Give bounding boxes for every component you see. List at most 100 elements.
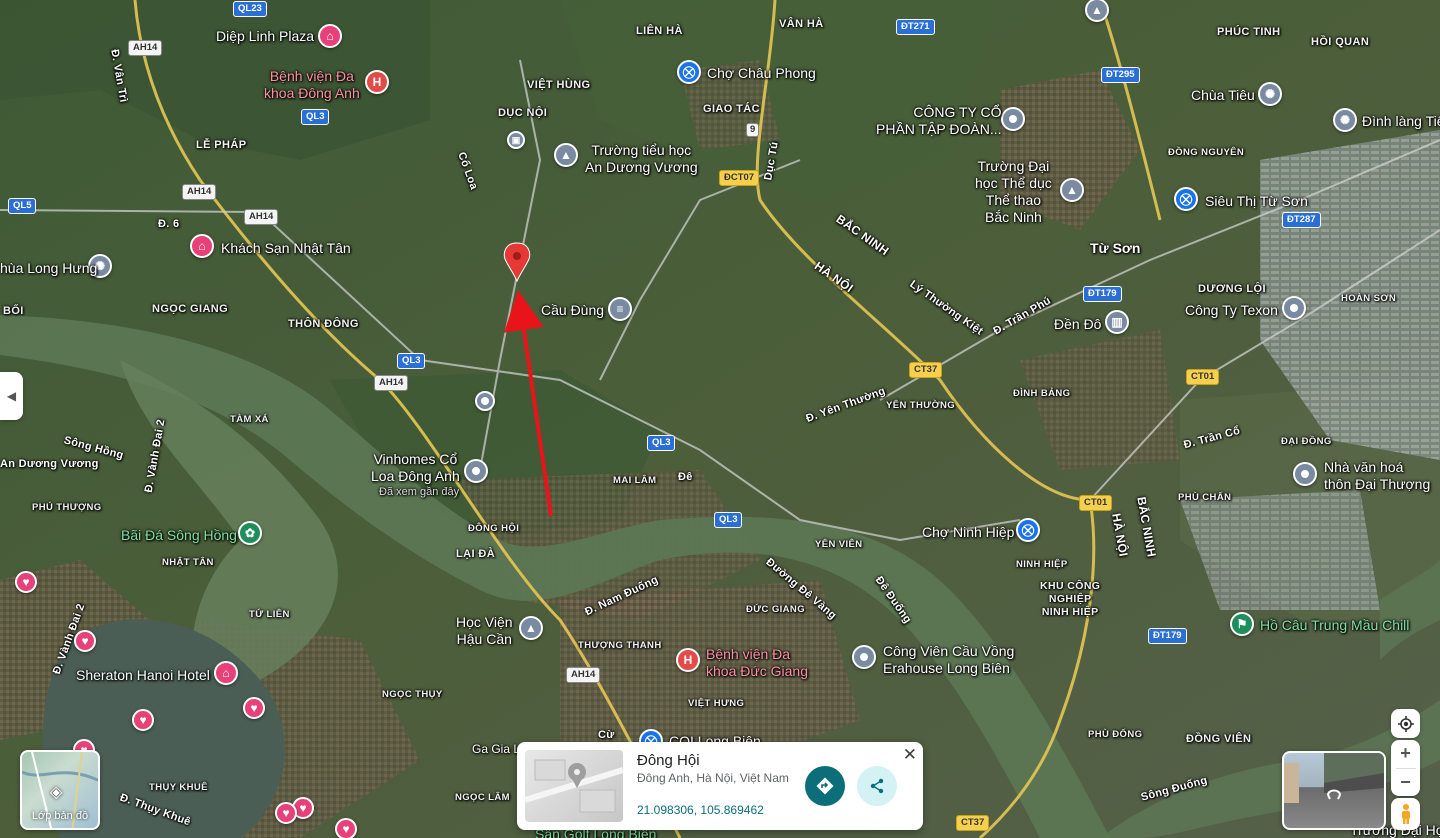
hospital-icon[interactable]: H	[365, 70, 389, 94]
side-panel-toggle[interactable]: ◀	[0, 372, 23, 420]
poi-label[interactable]: Chùa Tiêu	[1191, 87, 1255, 104]
visited-note: Đã xem gần đây	[379, 486, 460, 498]
place-icon[interactable]	[475, 391, 495, 411]
poi-label[interactable]: Công Ty Texon	[1185, 302, 1278, 319]
bridge-icon[interactable]: ≡	[608, 297, 632, 321]
poi-label[interactable]: Nhà văn hoá thôn Đại Thượng	[1324, 459, 1430, 493]
poi-label[interactable]: Trường tiểu học An Dương Vương	[585, 142, 698, 176]
school-icon[interactable]: ▲	[519, 616, 543, 640]
place-address: Đông Anh, Hà Nội, Việt Nam	[637, 771, 789, 785]
pegman-button[interactable]	[1391, 798, 1420, 830]
area-label: BỐI	[3, 305, 24, 317]
poi-label[interactable]: Hồ Câu Trung Mầu Chill	[1260, 617, 1409, 634]
directions-button[interactable]	[805, 766, 845, 806]
poi-label[interactable]: hùa Long Hưng	[0, 260, 97, 277]
poi-label[interactable]: Đền Đô	[1054, 316, 1101, 333]
poi-label[interactable]: Diệp Linh Plaza	[216, 28, 314, 45]
close-icon[interactable]: ✕	[903, 745, 917, 765]
area-label: HOÀN SƠN	[1341, 293, 1397, 304]
road-shield: 9	[746, 123, 760, 137]
place-icon[interactable]	[464, 459, 488, 483]
layers-button[interactable]: ◈ Lớp bản đồ	[20, 750, 100, 830]
hotel-icon[interactable]: ⌂	[190, 234, 214, 258]
place-thumbnail[interactable]	[525, 750, 623, 822]
place-coordinates[interactable]: 21.098306, 105.869462	[637, 803, 764, 817]
road-shield: CT37	[956, 815, 990, 831]
area-label: VIỆT HÙNG	[527, 79, 591, 91]
poi-label[interactable]: Sheraton Hanoi Hotel	[76, 667, 210, 684]
place-card[interactable]: Đông Hội Đông Anh, Hà Nội, Việt Nam 21.0…	[517, 742, 923, 830]
area-label: PHÚ THƯỢNG	[32, 502, 102, 513]
my-location-button[interactable]	[1391, 709, 1420, 738]
hotel-icon[interactable]: ⌂	[318, 24, 342, 48]
poi-label[interactable]: Khách Sạn Nhật Tân	[221, 240, 351, 257]
school-icon[interactable]: ▲	[554, 143, 578, 167]
road-shield: QL3	[397, 353, 426, 369]
saved-heart-icon[interactable]: ♥	[275, 802, 297, 824]
school-icon[interactable]: ▲	[1060, 178, 1084, 202]
area-label: ĐẠI ĐỒNG	[1281, 436, 1332, 447]
area-label: NGỌC THỤY	[382, 689, 443, 700]
road-shield: AH14	[566, 667, 601, 683]
area-label: HỒI QUAN	[1311, 36, 1370, 48]
road-label: Đê	[678, 471, 693, 483]
zoom-out-button[interactable]: −	[1391, 769, 1420, 797]
poi-label[interactable]: Trường Đại học Thể dục Thể thao Bắc Ninh	[975, 158, 1052, 226]
place-icon[interactable]	[852, 645, 876, 669]
poi-label[interactable]: Công Viên Cầu Vồng Erahouse Long Biên	[883, 643, 1014, 677]
poi-label[interactable]: Chợ Châu Phong	[707, 65, 816, 82]
road-shield: ĐT287	[1282, 212, 1321, 228]
area-label: YÊN VIÊN	[815, 539, 863, 550]
transit-icon[interactable]: ▣	[507, 131, 525, 149]
temple-icon[interactable]: ✺	[1333, 108, 1357, 132]
saved-heart-icon[interactable]: ♥	[132, 709, 154, 731]
road-label: An Dương Vương	[0, 458, 99, 470]
poi-label[interactable]: Siêu Thị Từ Sơn	[1205, 193, 1308, 210]
fishing-icon[interactable]: ⚑	[1230, 612, 1254, 636]
saved-heart-icon[interactable]: ♥	[243, 697, 265, 719]
place-icon[interactable]	[1293, 462, 1317, 486]
road-shield: CT01	[1186, 369, 1220, 385]
poi-label[interactable]: Vinhomes Cổ Loa Đông Anh	[371, 451, 460, 485]
zoom-in-button[interactable]: +	[1391, 740, 1420, 768]
road-shield: QL3	[647, 435, 676, 451]
road-shield: QL5	[8, 198, 37, 214]
road-shield: AH14	[128, 40, 163, 56]
area-label: DƯƠNG LỘI	[1198, 283, 1266, 295]
museum-icon[interactable]: ▥	[1105, 310, 1129, 334]
shopping-icon[interactable]: ⛒	[1016, 518, 1040, 542]
satellite-map[interactable]	[0, 0, 1440, 838]
temple-icon[interactable]: ✺	[1258, 82, 1282, 106]
road-shield: QL3	[714, 512, 743, 528]
area-label: GIAO TÁC	[703, 103, 760, 115]
saved-heart-icon[interactable]: ♥	[74, 630, 96, 652]
poi-label[interactable]: CÔNG TY CỔ PHẦN TẬP ĐOÀN...	[876, 104, 1002, 138]
hotel-icon[interactable]: ⌂	[214, 661, 238, 685]
area-label: ĐỒNG NGUYÊN	[1168, 147, 1245, 158]
poi-label[interactable]: Cầu Đùng	[541, 302, 604, 319]
poi-label[interactable]: Học Viện Hậu Cần	[456, 614, 513, 648]
road-shield: ĐT179	[1083, 286, 1122, 302]
poi-label[interactable]: Chợ Ninh Hiệp	[922, 524, 1014, 541]
park-icon[interactable]: ✿	[238, 521, 262, 545]
poi-label[interactable]: Bệnh viện Đa khoa Đông Anh	[264, 68, 360, 102]
hospital-icon[interactable]: H	[676, 648, 700, 672]
saved-heart-icon[interactable]: ♥	[335, 818, 357, 838]
area-label: LẠI ĐÀ	[456, 548, 496, 560]
poi-label[interactable]: Đình làng Tiê	[1362, 113, 1440, 130]
poi-label[interactable]: Bệnh viện Đa khoa Đức Giang	[706, 646, 808, 680]
shopping-icon[interactable]: ⛒	[1174, 187, 1198, 211]
place-icon[interactable]	[1282, 296, 1306, 320]
shopping-icon[interactable]: ⛒	[677, 60, 701, 84]
road-shield: ĐT179	[1148, 628, 1187, 644]
road-shield: CT37	[909, 362, 943, 378]
area-label: NGỌC GIANG	[152, 303, 229, 315]
street-view-thumbnail[interactable]	[1282, 751, 1386, 830]
place-thumbnail-graphic	[525, 759, 623, 813]
place-icon[interactable]	[1001, 107, 1025, 131]
poi-label[interactable]: Bãi Đá Sông Hồng	[121, 527, 237, 544]
area-label: VIỆT HƯNG	[688, 698, 745, 709]
area-label: THỤY KHUÊ	[149, 782, 208, 793]
share-button[interactable]	[857, 766, 897, 806]
saved-heart-icon[interactable]: ♥	[15, 571, 37, 593]
